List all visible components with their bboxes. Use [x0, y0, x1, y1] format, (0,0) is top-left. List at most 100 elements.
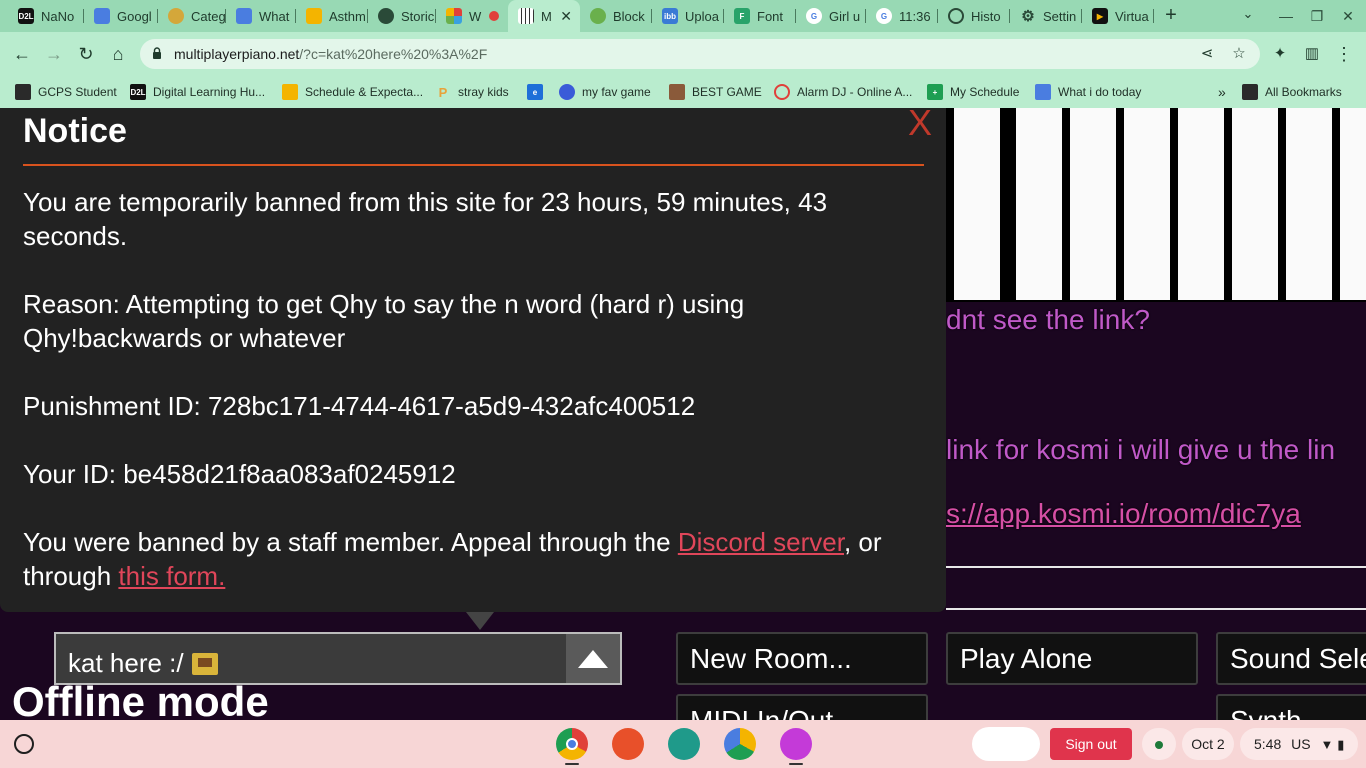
- appeal-form-link[interactable]: this form.: [118, 561, 225, 591]
- status-area[interactable]: 5:48 US ▼ ▮: [1240, 728, 1358, 760]
- sound-select-button[interactable]: Sound Sele: [1216, 632, 1366, 685]
- all-bookmarks[interactable]: All Bookmarks: [1242, 82, 1342, 102]
- tab-what[interactable]: What: [226, 0, 296, 32]
- date-pill[interactable]: Oct 2: [1182, 728, 1234, 760]
- piano-white-key[interactable]: [1016, 108, 1062, 300]
- tab-multiplayer-piano[interactable]: M ✕: [508, 0, 580, 32]
- tab-time[interactable]: G 11:36: [866, 0, 938, 32]
- status-dot-icon: [1155, 741, 1163, 749]
- close-window-button[interactable]: ✕: [1337, 5, 1359, 27]
- folder-icon: [1242, 84, 1258, 100]
- tab-w[interactable]: W: [436, 0, 508, 32]
- bookmark-stray-kids[interactable]: Pstray kids: [435, 82, 509, 102]
- tab-search-button[interactable]: ⌄: [1238, 6, 1258, 26]
- piano-white-key[interactable]: [1124, 108, 1170, 300]
- tab-virtual[interactable]: ▶ Virtua: [1082, 0, 1154, 32]
- address-bar[interactable]: multiplayerpiano.net/?c=kat%20here%20%3A…: [140, 39, 1260, 69]
- lock-icon: [153, 47, 161, 59]
- piano-white-key[interactable]: [1232, 108, 1278, 300]
- ibb-icon: ibb: [662, 8, 678, 24]
- chat-link[interactable]: s://app.kosmi.io/room/dic7ya: [946, 498, 1301, 530]
- locale-text: US: [1291, 736, 1311, 752]
- notice-body: You are temporarily banned from this sit…: [23, 185, 923, 627]
- page-content: dnt see the link? link for kosmi i will …: [0, 108, 1366, 720]
- palette-icon[interactable]: [612, 728, 644, 760]
- close-tab-icon[interactable]: ✕: [560, 8, 572, 25]
- discord-link[interactable]: Discord server: [678, 527, 844, 557]
- piano-white-key[interactable]: [1178, 108, 1224, 300]
- tab-blocks[interactable]: Block: [580, 0, 652, 32]
- bookmark-gcps[interactable]: GCPS Student: [15, 82, 117, 102]
- back-icon[interactable]: ←: [10, 42, 34, 66]
- bookmark-d2l[interactable]: D2L Digital Learning Hu...: [130, 82, 265, 102]
- synth-button[interactable]: Synth: [1216, 694, 1366, 720]
- tab-history[interactable]: Histo: [938, 0, 1010, 32]
- classroom-icon[interactable]: [668, 728, 700, 760]
- bookmark-my-schedule[interactable]: + My Schedule: [927, 82, 1019, 102]
- play-alone-button[interactable]: Play Alone: [946, 632, 1198, 685]
- font-icon: F: [734, 8, 750, 24]
- tab-categ[interactable]: Categ: [158, 0, 226, 32]
- piano-white-key[interactable]: [1340, 108, 1366, 300]
- piano-white-key[interactable]: [1070, 108, 1116, 300]
- midi-button[interactable]: MIDI In/Out: [676, 694, 928, 720]
- menu-icon[interactable]: ⋮: [1332, 42, 1356, 66]
- canvas-icon[interactable]: [780, 728, 812, 760]
- d2l-icon: D2L: [130, 84, 146, 100]
- tab-nano[interactable]: D2L NaNo: [8, 0, 84, 32]
- tab-font[interactable]: F Font: [724, 0, 796, 32]
- drive-icon[interactable]: [724, 728, 756, 760]
- user-id-text: Your ID: be458d21f8aa083af0245912: [23, 459, 456, 489]
- pin-icon: [168, 8, 184, 24]
- bookmark-alarm-dj[interactable]: Alarm DJ - Online A...: [774, 82, 912, 102]
- new-room-button[interactable]: New Room...: [676, 632, 928, 685]
- offline-mode-label: Offline mode: [12, 678, 269, 720]
- home-icon[interactable]: ⌂: [106, 42, 130, 66]
- tab-settings[interactable]: ⚙ Settin: [1010, 0, 1082, 32]
- appeal-text: You were banned by a staff member. Appea…: [23, 527, 882, 591]
- reload-icon[interactable]: ↻: [74, 42, 98, 66]
- bookmarks-bar: GCPS Student D2L Digital Learning Hu... S…: [0, 76, 1366, 108]
- bookmark-fav-game[interactable]: my fav game: [559, 82, 651, 102]
- history-icon: [948, 8, 964, 24]
- extensions-icon[interactable]: ✦: [1268, 42, 1292, 66]
- piano-white-key[interactable]: [954, 108, 1000, 300]
- more-bookmarks-chevron[interactable]: »: [1218, 82, 1226, 102]
- chat-send-button[interactable]: [566, 632, 622, 685]
- bookmark-star-icon[interactable]: ☆: [1230, 45, 1248, 63]
- share-icon[interactable]: ⋖: [1198, 45, 1216, 63]
- tab-strip: D2L NaNo Googl Categ What Asthm Storic W …: [0, 0, 1366, 32]
- status-dot-pill[interactable]: [1142, 728, 1176, 760]
- bookmark-what-i-do[interactable]: What i do today: [1035, 82, 1141, 102]
- tab-asthma[interactable]: Asthm: [296, 0, 368, 32]
- wifi-icon: ▼: [1320, 737, 1334, 752]
- chrome-icon[interactable]: [556, 728, 588, 760]
- emoji-icon: [191, 652, 218, 675]
- tab-upload[interactable]: ibb Uploa: [652, 0, 724, 32]
- battery-icon: ▮: [1337, 737, 1345, 752]
- docs-icon: [1035, 84, 1051, 100]
- minimize-button[interactable]: —: [1275, 5, 1297, 27]
- game-icon: [559, 84, 575, 100]
- bookmark-schedule[interactable]: Schedule & Expecta...: [282, 82, 423, 102]
- tab-stories[interactable]: Storic: [368, 0, 436, 32]
- d2l-icon: D2L: [18, 8, 34, 24]
- tab-girl[interactable]: G Girl u: [796, 0, 866, 32]
- sign-out-button[interactable]: Sign out: [1050, 728, 1132, 760]
- piano-white-key[interactable]: [1286, 108, 1332, 300]
- tote-thumbnail[interactable]: [972, 727, 1040, 761]
- sheets-icon: +: [927, 84, 943, 100]
- notice-close-button[interactable]: X: [908, 108, 932, 144]
- launcher-icon[interactable]: [14, 734, 34, 754]
- side-panel-icon[interactable]: ▥: [1300, 42, 1324, 66]
- forward-icon[interactable]: →: [42, 42, 66, 66]
- restore-button[interactable]: ❐: [1306, 5, 1328, 27]
- ban-reason-text: Reason: Attempting to get Qhy to say the…: [23, 289, 745, 353]
- folder-icon: [15, 84, 31, 100]
- bookmark-edge[interactable]: e: [527, 82, 550, 102]
- new-tab-button[interactable]: +: [1159, 3, 1183, 27]
- bookmark-best-game[interactable]: BEST GAME: [669, 82, 762, 102]
- url-text[interactable]: multiplayerpiano.net/?c=kat%20here%20%3A…: [174, 46, 487, 62]
- tab-google-docs[interactable]: Googl: [84, 0, 158, 32]
- piano-keyboard[interactable]: [946, 108, 1366, 302]
